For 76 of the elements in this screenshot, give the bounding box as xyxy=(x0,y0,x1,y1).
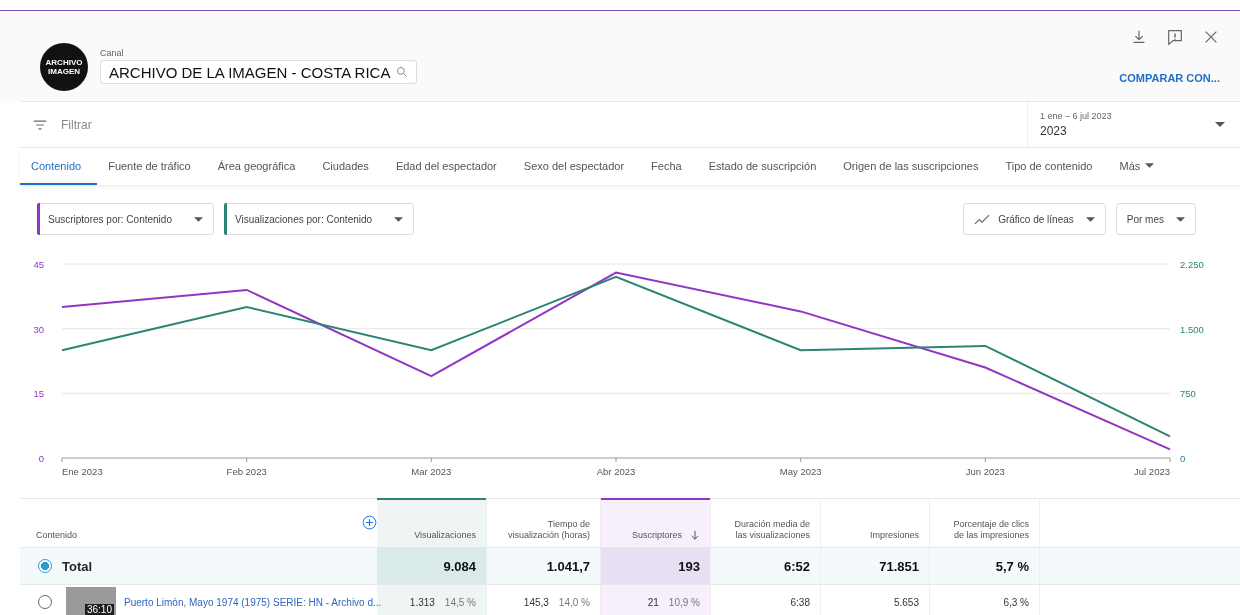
column-header[interactable]: Porcentaje de clics de las impresiones xyxy=(941,519,1029,541)
channel-label: Canal xyxy=(100,48,125,58)
x-axis-label: Ene 2023 xyxy=(62,466,103,477)
table-cell: 6,3 % xyxy=(1003,596,1029,608)
x-axis-label: Abr 2023 xyxy=(596,466,636,477)
y-axis-label: 1.500 xyxy=(1180,323,1204,335)
period-dropdown[interactable]: Por mes xyxy=(1115,203,1196,235)
table-cell: 5.653 xyxy=(893,596,919,608)
tab[interactable]: Edad del espectador xyxy=(384,148,513,185)
x-axis-label: Feb 2023 xyxy=(226,466,267,477)
column-header[interactable]: Visualizaciones xyxy=(414,530,476,541)
y-axis-label: 15 xyxy=(33,388,44,400)
table-cell: 21 xyxy=(647,596,659,608)
table-cell: 145,3 xyxy=(523,596,549,608)
channel-search-field[interactable]: ARCHIVO DE LA IMAGEN - COSTA RICA xyxy=(100,60,418,84)
tab[interactable]: Ciudades xyxy=(311,148,385,185)
column-header[interactable]: Duración media de las visualizaciones xyxy=(722,519,810,541)
column-header[interactable]: Tiempo de visualización (horas) xyxy=(502,519,590,541)
caret-icon xyxy=(394,216,404,222)
table-cell: 1.041,7 xyxy=(546,558,590,574)
table-cell: 71.851 xyxy=(879,558,919,574)
video-title-link[interactable]: Puerto Limón, Mayo 1974 (1975) SERIE: HN - Archivo d... xyxy=(124,596,382,608)
y-axis-label: 30 xyxy=(33,323,44,335)
table-cell: 1.313 xyxy=(409,596,435,608)
add-column-icon[interactable] xyxy=(362,515,377,530)
filter-field[interactable]: Filtrar xyxy=(59,116,218,133)
tab[interactable]: Área geográfica xyxy=(206,148,312,185)
y-axis-label: 45 xyxy=(33,259,44,270)
line-chart-icon xyxy=(974,213,991,225)
caret-icon xyxy=(1085,216,1095,222)
x-axis-label: Jun 2023 xyxy=(965,466,1005,477)
more-tab[interactable]: Más xyxy=(1108,148,1171,185)
video-thumbnail[interactable]: 36:10 xyxy=(66,587,116,615)
x-axis-label: Mar 2023 xyxy=(411,466,452,477)
caret-icon xyxy=(1145,163,1155,168)
caret-icon xyxy=(193,216,203,222)
tab[interactable]: Origen de las suscripciones xyxy=(832,148,995,185)
compare-button[interactable]: COMPARAR CON... xyxy=(1119,72,1220,84)
tab[interactable]: Contenido xyxy=(20,148,98,185)
tab[interactable]: Fuente de tráfico xyxy=(97,148,207,185)
duration-badge: 36:10 xyxy=(84,604,114,615)
y-axis-label: 0 xyxy=(1180,453,1186,464)
table-cell: 6:52 xyxy=(783,558,810,574)
y-axis-label: 2.250 xyxy=(1180,259,1204,270)
search-icon xyxy=(396,66,409,78)
table-cell: 193 xyxy=(678,558,700,574)
y-axis-label: 750 xyxy=(1180,388,1196,400)
caret-icon xyxy=(1215,122,1225,127)
percentage-text: 14,5 % xyxy=(444,596,476,608)
date-range-dropdown[interactable]: 1 ene – 6 jul 2023 2023 xyxy=(1027,102,1240,147)
percentage-text: 10,9 % xyxy=(668,596,700,608)
chart-type-dropdown[interactable]: Gráfico de líneas xyxy=(963,203,1106,235)
column-header: Contenido xyxy=(36,530,78,541)
table-cell: 5,7 % xyxy=(995,558,1029,574)
avatar-text: IMAGEN xyxy=(48,67,80,76)
metric-dropdown[interactable]: Suscriptores por: Contenido xyxy=(37,203,214,235)
column-header[interactable]: Impresiones xyxy=(869,530,919,541)
column-header[interactable]: Suscriptores xyxy=(631,530,682,541)
table-cell: 6:38 xyxy=(790,596,810,608)
x-axis-label: Jul 2023 xyxy=(1134,466,1170,477)
feedback-icon[interactable] xyxy=(1166,28,1184,46)
tab[interactable]: Fecha xyxy=(640,148,698,185)
radio-button[interactable] xyxy=(38,559,52,573)
x-axis-label: May 2023 xyxy=(779,466,822,477)
caret-icon xyxy=(1176,216,1185,222)
filter-icon xyxy=(33,118,47,131)
table-cell: 9.084 xyxy=(443,558,476,574)
tab[interactable]: Sexo del espectador xyxy=(512,148,641,185)
percentage-text: 14,0 % xyxy=(558,596,590,608)
sort-arrow-icon[interactable] xyxy=(690,530,700,540)
row-title: Total xyxy=(62,558,93,574)
y-axis-label: 0 xyxy=(38,453,44,464)
avatar-text: ARCHIVO xyxy=(45,58,83,67)
tab[interactable]: Estado de suscripción xyxy=(697,148,833,185)
metric-dropdown[interactable]: Visualizaciones por: Contenido xyxy=(223,203,415,235)
tab[interactable]: Tipo de contenido xyxy=(994,148,1109,185)
